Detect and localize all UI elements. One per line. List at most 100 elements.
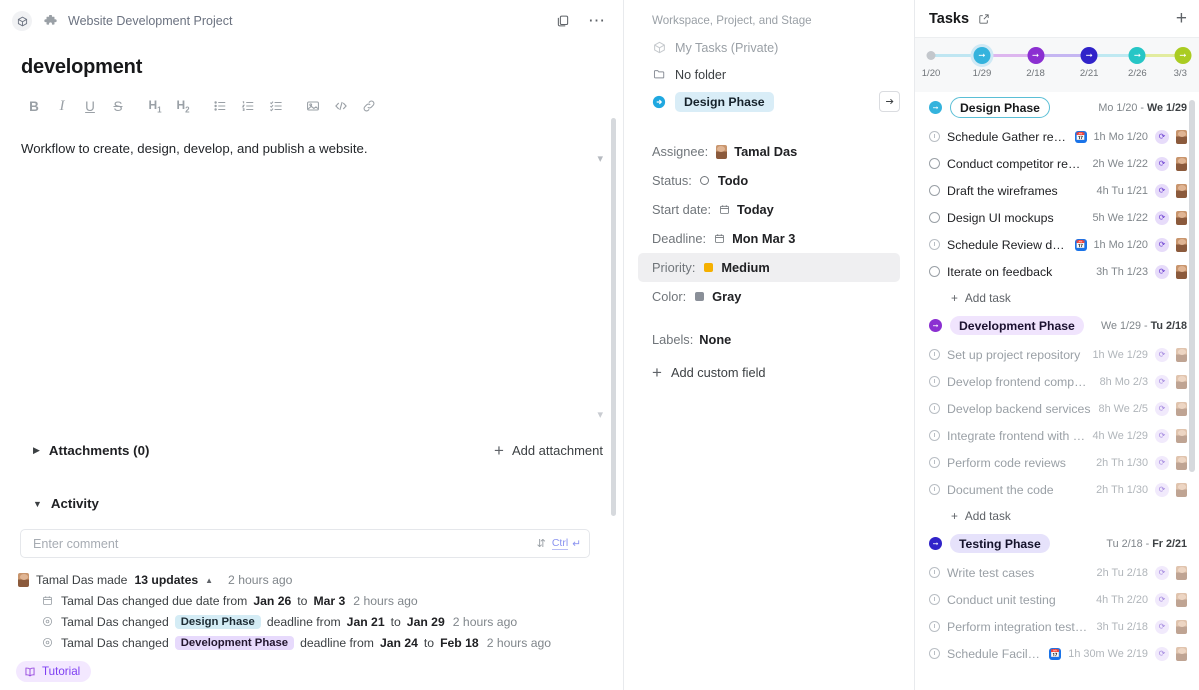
chevron-right-icon[interactable]: ▶ bbox=[33, 445, 40, 456]
recurring-icon[interactable]: ⟳ bbox=[1155, 237, 1169, 252]
heading-1-button[interactable]: H1 bbox=[141, 93, 169, 119]
add-task-row[interactable]: + Add task bbox=[915, 285, 1199, 310]
task-group-chip[interactable]: Development Phase bbox=[950, 316, 1084, 335]
recurring-icon[interactable]: ⟳ bbox=[1155, 264, 1169, 279]
task-status-icon[interactable] bbox=[929, 239, 940, 250]
task-status-icon[interactable] bbox=[929, 567, 940, 578]
external-link-icon[interactable] bbox=[978, 13, 990, 25]
add-task-row[interactable]: + Add task bbox=[915, 503, 1199, 528]
description-collapse-handle[interactable]: ▾ bbox=[597, 152, 603, 165]
left-panel-scrollbar[interactable] bbox=[611, 118, 616, 516]
recurring-icon[interactable]: ⟳ bbox=[1155, 482, 1169, 497]
task-status-icon[interactable] bbox=[929, 594, 940, 605]
bold-button[interactable]: B bbox=[20, 93, 48, 119]
folder-row[interactable]: No folder bbox=[638, 61, 900, 88]
comment-input[interactable] bbox=[33, 536, 531, 551]
underline-button[interactable]: U bbox=[76, 93, 104, 119]
task-row[interactable]: Conduct unit testing 4h Th 2/20 ⟳ bbox=[915, 586, 1199, 613]
task-status-icon[interactable] bbox=[929, 185, 940, 196]
start-date-field[interactable]: Start date: Today bbox=[638, 195, 900, 224]
timeline-node[interactable]: ➞ bbox=[1174, 47, 1192, 64]
recurring-icon[interactable]: ⟳ bbox=[1155, 129, 1169, 144]
task-row[interactable]: Schedule Review desig... 📅 1h Mo 1/20 ⟳ bbox=[915, 231, 1199, 258]
numbered-list-icon[interactable] bbox=[234, 93, 262, 119]
task-status-icon[interactable] bbox=[929, 484, 940, 495]
recurring-icon[interactable]: ⟳ bbox=[1155, 183, 1169, 198]
description-resize-handle[interactable]: ▾ bbox=[597, 408, 603, 421]
recurring-icon[interactable]: ⟳ bbox=[1155, 374, 1169, 389]
checklist-icon[interactable] bbox=[262, 93, 290, 119]
task-row[interactable]: Design UI mockups 5h We 1/22 ⟳ bbox=[915, 204, 1199, 231]
task-row[interactable]: Develop backend services 8h We 2/5 ⟳ bbox=[915, 395, 1199, 422]
recurring-icon[interactable]: ⟳ bbox=[1155, 565, 1169, 580]
stage-chip[interactable]: Development Phase bbox=[174, 635, 295, 650]
task-status-icon[interactable] bbox=[929, 621, 940, 632]
task-row[interactable]: Schedule Facilitate ... 📅 1h 30m We 2/19 ⟳ bbox=[915, 640, 1199, 667]
strikethrough-button[interactable]: S bbox=[104, 93, 132, 119]
task-row[interactable]: Schedule Gather requir... 📅 1h Mo 1/20 ⟳ bbox=[915, 123, 1199, 150]
task-row[interactable]: Perform code reviews 2h Th 1/30 ⟳ bbox=[915, 449, 1199, 476]
copy-icon[interactable] bbox=[551, 9, 575, 33]
arrow-circle-icon[interactable]: ➞ bbox=[929, 319, 942, 332]
workspace-row[interactable]: My Tasks (Private) bbox=[638, 34, 900, 61]
recurring-icon[interactable]: ⟳ bbox=[1155, 646, 1169, 661]
task-row[interactable]: Perform integration testing 3h Tu 2/18 ⟳ bbox=[915, 613, 1199, 640]
task-group-chip[interactable]: Design Phase bbox=[950, 97, 1050, 118]
task-status-icon[interactable] bbox=[929, 430, 940, 441]
task-status-icon[interactable] bbox=[929, 158, 940, 169]
recurring-icon[interactable]: ⟳ bbox=[1155, 347, 1169, 362]
timeline-node[interactable] bbox=[926, 51, 936, 60]
goto-stage-button[interactable] bbox=[879, 91, 900, 112]
italic-button[interactable]: I bbox=[48, 93, 76, 119]
updates-count[interactable]: 13 updates bbox=[134, 573, 198, 587]
status-field[interactable]: Status: Todo bbox=[638, 166, 900, 195]
timeline-node[interactable]: ➞ bbox=[1080, 47, 1098, 64]
assignee-field[interactable]: Assignee: Tamal Das bbox=[638, 137, 900, 166]
task-row[interactable]: Iterate on feedback 3h Th 1/23 ⟳ bbox=[915, 258, 1199, 285]
tasks-panel-scrollbar[interactable] bbox=[1189, 100, 1195, 472]
chevron-up-icon[interactable]: ▲ bbox=[205, 576, 213, 585]
arrow-circle-icon[interactable]: ➞ bbox=[929, 537, 942, 550]
task-status-icon[interactable] bbox=[929, 376, 940, 387]
stage-chip[interactable]: Design Phase bbox=[675, 91, 774, 112]
stage-chip[interactable]: Design Phase bbox=[174, 614, 261, 629]
tutorial-button[interactable]: Tutorial bbox=[16, 661, 92, 682]
timeline-node[interactable]: ➞ bbox=[973, 47, 991, 64]
link-icon[interactable] bbox=[355, 93, 383, 119]
task-status-icon[interactable] bbox=[929, 349, 940, 360]
task-row[interactable]: Integrate frontend with bac... 4h We 1/29… bbox=[915, 422, 1199, 449]
timeline-node[interactable]: ➞ bbox=[1027, 47, 1045, 64]
stage-row[interactable]: Design Phase bbox=[638, 88, 900, 115]
recurring-icon[interactable]: ⟳ bbox=[1155, 592, 1169, 607]
deadline-field[interactable]: Deadline: Mon Mar 3 bbox=[638, 224, 900, 253]
priority-field[interactable]: Priority: Medium bbox=[638, 253, 900, 282]
task-row[interactable]: Document the code 2h Th 1/30 ⟳ bbox=[915, 476, 1199, 503]
task-status-icon[interactable] bbox=[929, 266, 940, 277]
task-row[interactable]: Set up project repository 1h We 1/29 ⟳ bbox=[915, 341, 1199, 368]
recurring-icon[interactable]: ⟳ bbox=[1155, 156, 1169, 171]
task-group-chip[interactable]: Testing Phase bbox=[950, 534, 1050, 553]
labels-field[interactable]: Labels: None bbox=[638, 325, 900, 354]
arrow-circle-icon[interactable]: ➞ bbox=[929, 101, 942, 114]
task-status-icon[interactable] bbox=[929, 403, 940, 414]
task-status-icon[interactable] bbox=[929, 131, 940, 142]
color-field[interactable]: Color: Gray bbox=[638, 282, 900, 311]
recurring-icon[interactable]: ⟳ bbox=[1155, 455, 1169, 470]
task-row[interactable]: Develop frontend compone... 8h Mo 2/3 ⟳ bbox=[915, 368, 1199, 395]
task-status-icon[interactable] bbox=[929, 648, 940, 659]
task-row[interactable]: Write test cases 2h Tu 2/18 ⟳ bbox=[915, 559, 1199, 586]
task-row[interactable]: Draft the wireframes 4h Tu 1/21 ⟳ bbox=[915, 177, 1199, 204]
recurring-icon[interactable]: ⟳ bbox=[1155, 428, 1169, 443]
task-row[interactable]: Conduct competitor resear... 2h We 1/22 ⟳ bbox=[915, 150, 1199, 177]
image-icon[interactable] bbox=[299, 93, 327, 119]
task-status-icon[interactable] bbox=[929, 457, 940, 468]
heading-2-button[interactable]: H2 bbox=[169, 93, 197, 119]
chevron-down-icon[interactable]: ▼ bbox=[33, 499, 42, 509]
add-custom-field-button[interactable]: + Add custom field bbox=[638, 358, 900, 386]
recurring-icon[interactable]: ⟳ bbox=[1155, 619, 1169, 634]
add-task-button[interactable]: + bbox=[1176, 9, 1187, 28]
comment-input-wrapper[interactable]: ⇵ Ctrl ↵ bbox=[20, 529, 590, 558]
task-description[interactable]: Workflow to create, design, develop, and… bbox=[0, 119, 623, 156]
timeline-node[interactable]: ➞ bbox=[1128, 47, 1146, 64]
bulleted-list-icon[interactable] bbox=[206, 93, 234, 119]
